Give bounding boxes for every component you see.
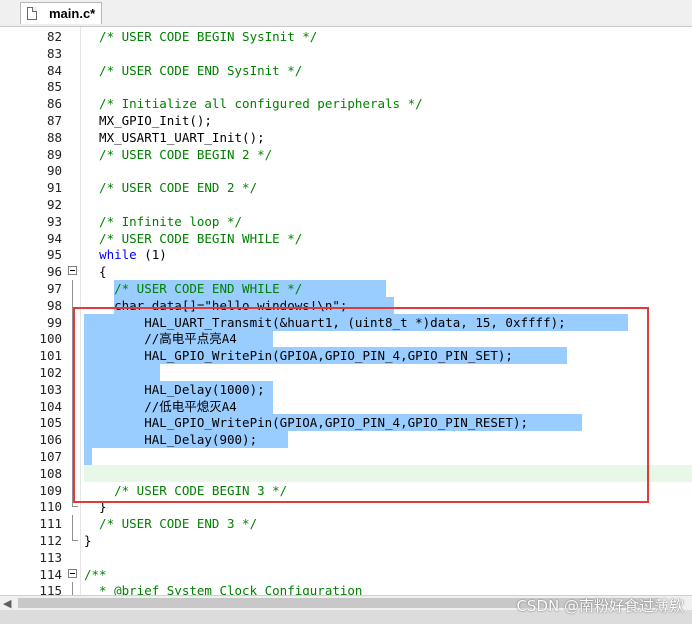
line-number: 106 [39, 432, 62, 448]
line-number: 98 [46, 297, 62, 313]
minus-icon [68, 266, 77, 276]
tab-label: main.c* [49, 6, 96, 21]
line-number: 91 [46, 180, 62, 196]
code-line[interactable]: 84 /* USER CODE END SysInit */ [0, 62, 692, 79]
code-text: { [84, 264, 107, 280]
code-text: /* USER CODE END 2 */ [84, 180, 258, 196]
line-number: 86 [46, 96, 62, 112]
fold-end [67, 532, 79, 549]
code-line[interactable]: 94 /* USER CODE BEGIN WHILE */ [0, 230, 692, 247]
code-line[interactable]: 115 * @brief System Clock Configuration [0, 582, 692, 595]
line-number: 104 [39, 398, 62, 414]
file-icon [27, 7, 37, 20]
code-text: /** [84, 566, 107, 582]
code-text: /* Infinite loop */ [84, 213, 243, 229]
line-number: 115 [39, 583, 62, 595]
code-line[interactable]: 92 [0, 196, 692, 213]
line-number: 88 [46, 129, 62, 145]
code-line[interactable]: 89 /* USER CODE BEGIN 2 */ [0, 146, 692, 163]
line-number: 109 [39, 482, 62, 498]
code-line[interactable]: 91 /* USER CODE END 2 */ [0, 179, 692, 196]
watermark: CSDN @南粉好食过薄欸 [516, 597, 684, 615]
line-number: 85 [46, 79, 62, 95]
highlight-box [73, 307, 649, 503]
code-text: /* USER CODE BEGIN SysInit */ [84, 29, 318, 44]
line-number: 89 [46, 146, 62, 162]
line-number: 82 [46, 29, 62, 44]
code-editor[interactable]: 82 /* USER CODE BEGIN SysInit */83 84 /* … [0, 27, 692, 595]
fold-line [67, 280, 79, 297]
code-text: /* USER CODE BEGIN WHILE */ [84, 230, 303, 246]
line-number: 114 [39, 566, 62, 582]
code-text: /* USER CODE END WHILE */ [84, 281, 303, 296]
code-text: MX_GPIO_Init(); [84, 113, 212, 128]
code-line[interactable]: 112} [0, 532, 692, 549]
code-line[interactable]: 95 while (1) [0, 246, 692, 263]
line-number: 108 [39, 465, 62, 481]
line-number: 113 [39, 549, 62, 565]
code-text: while (1) [99, 247, 167, 263]
code-line[interactable]: 97 /* USER CODE END WHILE */ [0, 280, 692, 297]
fold-collapse-icon[interactable] [67, 263, 79, 280]
code-text: * @brief System Clock Configuration [84, 583, 363, 595]
code-line[interactable]: 96 { [0, 263, 692, 280]
line-number: 100 [39, 331, 62, 347]
line-number: 111 [39, 516, 62, 532]
code-line[interactable]: 86 /* Initialize all configured peripher… [0, 95, 692, 112]
code-text: /* Initialize all configured peripherals… [84, 96, 423, 112]
code-line[interactable]: 83 [0, 45, 692, 62]
line-number: 95 [46, 247, 62, 263]
line-number: 99 [46, 314, 62, 330]
fold-collapse-icon[interactable] [67, 566, 79, 583]
code-text: /* USER CODE BEGIN 2 */ [84, 146, 273, 162]
code-line[interactable]: 85 [0, 78, 692, 95]
line-number: 84 [46, 62, 62, 78]
code-line[interactable]: 93 /* Infinite loop */ [0, 213, 692, 230]
code-line[interactable]: 111 /* USER CODE END 3 */ [0, 515, 692, 533]
line-number: 94 [46, 230, 62, 246]
code-text: MX_USART1_UART_Init(); [84, 129, 265, 145]
code-line[interactable]: 88 MX_USART1_UART_Init(); [0, 129, 692, 146]
code-text: /* USER CODE END 3 */ [84, 516, 258, 532]
line-number: 83 [46, 45, 62, 61]
line-number: 101 [39, 348, 62, 364]
line-number: 97 [46, 281, 62, 296]
line-number: 112 [39, 533, 62, 548]
code-line[interactable]: 82 /* USER CODE BEGIN SysInit */ [0, 28, 692, 45]
code-line[interactable]: 87 MX_GPIO_Init(); [0, 112, 692, 129]
line-number: 102 [39, 365, 62, 380]
line-number: 105 [39, 415, 62, 431]
fold-line [67, 582, 79, 595]
minus-icon [68, 568, 77, 578]
code-line[interactable]: 114 /** [0, 566, 692, 583]
tab-bar: main.c* [0, 0, 692, 27]
fold-line [67, 515, 79, 533]
line-number: 92 [46, 197, 62, 212]
code-text: /* USER CODE END SysInit */ [84, 62, 303, 78]
line-number: 96 [46, 264, 62, 280]
code-line[interactable]: 90 [0, 162, 692, 179]
code-line[interactable]: 113 [0, 549, 692, 566]
line-number: 103 [39, 381, 62, 397]
line-number: 87 [46, 113, 62, 128]
line-number: 107 [39, 449, 62, 464]
line-number: 90 [46, 163, 62, 179]
tab-main-c[interactable]: main.c* [20, 2, 102, 24]
scroll-left-icon[interactable]: ◀ [3, 597, 11, 610]
line-number: 110 [39, 499, 62, 515]
code-text: } [84, 533, 92, 548]
line-number: 93 [46, 213, 62, 229]
